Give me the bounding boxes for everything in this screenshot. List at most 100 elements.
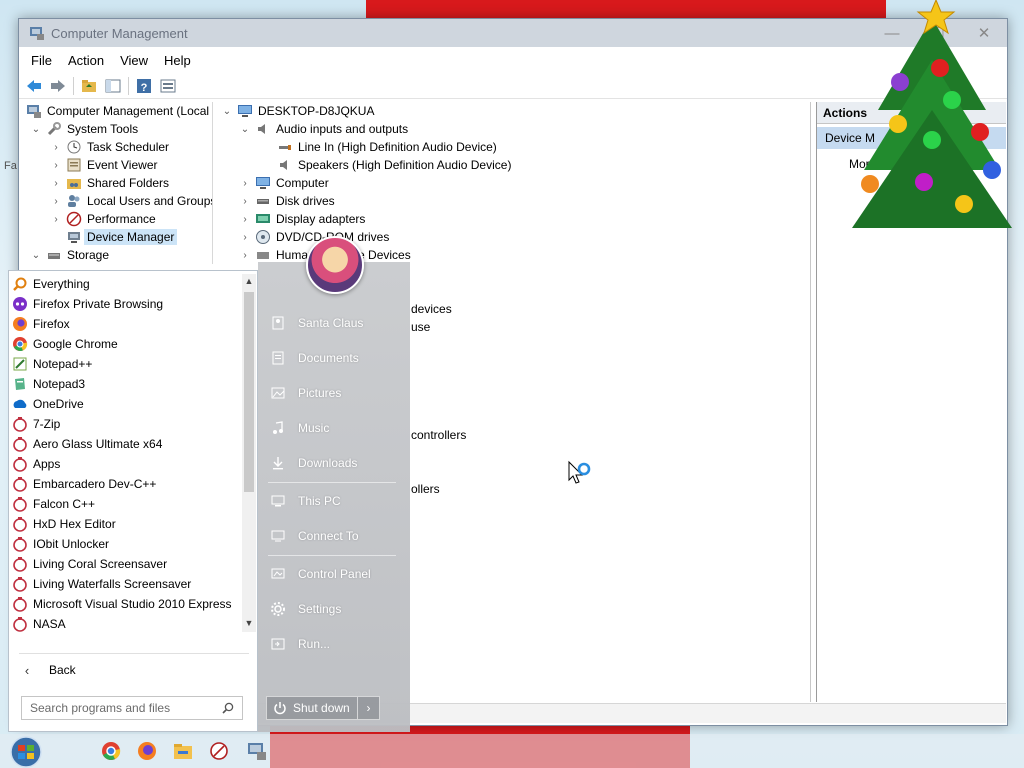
device-category-fragment[interactable]: devices: [411, 300, 452, 318]
show-hide-tree-icon[interactable]: [104, 77, 122, 95]
place-item-this-pc[interactable]: This PC: [270, 490, 341, 512]
tree-item-device-manager[interactable]: Device Manager: [66, 228, 178, 246]
device-category-fragment[interactable]: ollers: [411, 480, 440, 498]
user-avatar[interactable]: [306, 236, 364, 294]
tree-item-shared-folders[interactable]: › Shared Folders: [50, 174, 169, 192]
folder-timer-icon: [12, 476, 28, 492]
program-item-app-7[interactable]: 7-Zip: [9, 414, 60, 434]
chevron-down-icon[interactable]: ⌄: [221, 106, 233, 117]
chevron-down-icon[interactable]: ⌄: [30, 250, 42, 261]
program-item-app-11[interactable]: Falcon C++: [9, 494, 95, 514]
device-category-display[interactable]: › Display adapters: [239, 210, 365, 228]
chevron-right-icon[interactable]: ›: [50, 142, 62, 153]
tree-item-label: Event Viewer: [87, 158, 158, 172]
chevron-right-icon[interactable]: ›: [50, 178, 62, 189]
scroll-up-icon[interactable]: ▲: [242, 276, 256, 290]
private-browsing-icon: [12, 296, 28, 312]
menu-file[interactable]: File: [23, 53, 60, 68]
device-category-audio[interactable]: ⌄ Audio inputs and outputs: [239, 120, 408, 138]
program-list-scrollbar[interactable]: ▲ ▼: [242, 274, 256, 632]
program-item-everything[interactable]: Everything: [9, 274, 90, 294]
program-item-app-17[interactable]: NASA: [9, 614, 66, 634]
program-item-firefox[interactable]: Firefox: [9, 314, 70, 334]
shutdown-button[interactable]: Shut down: [266, 696, 358, 720]
tree-item-computer-management[interactable]: Computer Management (Local: [26, 102, 209, 120]
tree-item-task-scheduler[interactable]: › Task Scheduler: [50, 138, 169, 156]
program-label: Aero Glass Ultimate x64: [33, 437, 163, 451]
program-item-google-chrome[interactable]: Google Chrome: [9, 334, 118, 354]
program-item-app-13[interactable]: IObit Unlocker: [9, 534, 109, 554]
program-item-onedrive[interactable]: OneDrive: [9, 394, 84, 414]
up-folder-icon[interactable]: [80, 77, 98, 95]
program-item-app-12[interactable]: HxD Hex Editor: [9, 514, 116, 534]
forward-arrow-icon[interactable]: [49, 77, 67, 95]
program-item-notepad3[interactable]: Notepad3: [9, 374, 85, 394]
chevron-down-icon[interactable]: ⌄: [239, 124, 251, 135]
file-explorer-icon[interactable]: [172, 740, 194, 762]
program-item-firefox-private[interactable]: Firefox Private Browsing: [9, 294, 163, 314]
back-arrow-icon[interactable]: [25, 77, 43, 95]
scroll-thumb[interactable]: [244, 292, 254, 492]
menu-help[interactable]: Help: [156, 53, 199, 68]
help-icon[interactable]: ?: [135, 77, 153, 95]
program-item-app-8[interactable]: Aero Glass Ultimate x64: [9, 434, 162, 454]
tree-item-label: Local Users and Groups: [87, 194, 213, 208]
tree-item-storage[interactable]: ⌄ Storage: [30, 246, 109, 264]
search-input[interactable]: Search programs and files: [21, 696, 243, 720]
tree-item-local-users[interactable]: › Local Users and Groups: [50, 192, 213, 210]
program-label: Google Chrome: [33, 337, 118, 351]
place-item-pictures[interactable]: Pictures: [270, 382, 341, 404]
place-item-run[interactable]: Run...: [270, 633, 330, 655]
scroll-down-icon[interactable]: ▼: [242, 618, 256, 632]
program-label: Notepad3: [33, 377, 86, 391]
chrome-icon[interactable]: [100, 740, 122, 762]
shutdown-group: Shut down ›: [266, 696, 380, 720]
menu-view[interactable]: View: [112, 53, 156, 68]
place-item-documents[interactable]: Documents: [270, 347, 359, 369]
chevron-down-icon[interactable]: ⌄: [30, 124, 42, 135]
place-item-settings[interactable]: Settings: [270, 598, 341, 620]
menu-action[interactable]: Action: [60, 53, 112, 68]
place-item-music[interactable]: Music: [270, 417, 329, 439]
device-category-fragment[interactable]: controllers: [411, 426, 466, 444]
start-button[interactable]: [8, 736, 44, 768]
program-item-app-16[interactable]: Microsoft Visual Studio 2010 Express: [9, 594, 232, 614]
device-category-disk[interactable]: › Disk drives: [239, 192, 334, 210]
chevron-right-icon[interactable]: ›: [50, 214, 62, 225]
tree-item-event-viewer[interactable]: › Event Viewer: [50, 156, 157, 174]
chevron-right-icon[interactable]: ›: [239, 250, 251, 261]
places-separator: [268, 482, 396, 483]
place-item-connect-to[interactable]: Connect To: [270, 525, 359, 547]
place-item-santa-claus[interactable]: Santa Claus: [270, 312, 363, 334]
folder-timer-icon: [12, 616, 28, 632]
tree-item-system-tools[interactable]: ⌄ System Tools: [30, 120, 138, 138]
back-button[interactable]: ‹ Back: [17, 659, 76, 681]
chevron-right-icon[interactable]: ›: [50, 160, 62, 171]
search-icon[interactable]: [222, 702, 234, 714]
place-item-control-panel[interactable]: Control Panel: [270, 563, 371, 585]
device-root[interactable]: ⌄ DESKTOP-D8JQKUA: [221, 102, 375, 120]
chevron-right-icon[interactable]: ›: [239, 196, 251, 207]
chevron-right-icon[interactable]: ›: [239, 214, 251, 225]
shutdown-options-button[interactable]: ›: [358, 696, 380, 720]
program-item-app-10[interactable]: Embarcadero Dev-C++: [9, 474, 156, 494]
performance-icon: [66, 211, 82, 227]
device-line-in[interactable]: Line In (High Definition Audio Device): [277, 138, 497, 156]
firefox-icon[interactable]: [136, 740, 158, 762]
program-item-app-15[interactable]: Living Waterfalls Screensaver: [9, 574, 191, 594]
device-category-computer[interactable]: › Computer: [239, 174, 328, 192]
start-separator: [19, 653, 249, 654]
performance-monitor-icon[interactable]: [208, 740, 230, 762]
place-item-downloads[interactable]: Downloads: [270, 452, 357, 474]
device-category-fragment[interactable]: use: [411, 318, 430, 336]
tree-item-performance[interactable]: › Performance: [50, 210, 156, 228]
chevron-right-icon[interactable]: ›: [239, 232, 251, 243]
device-speakers[interactable]: Speakers (High Definition Audio Device): [277, 156, 511, 174]
program-item-app-14[interactable]: Living Coral Screensaver: [9, 554, 167, 574]
chevron-right-icon[interactable]: ›: [239, 178, 251, 189]
program-item-app-9[interactable]: Apps: [9, 454, 60, 474]
properties-icon[interactable]: [159, 77, 177, 95]
chevron-right-icon[interactable]: ›: [50, 196, 62, 207]
computer-management-taskbar-icon[interactable]: [246, 740, 268, 762]
program-item-notepadpp[interactable]: Notepad++: [9, 354, 92, 374]
